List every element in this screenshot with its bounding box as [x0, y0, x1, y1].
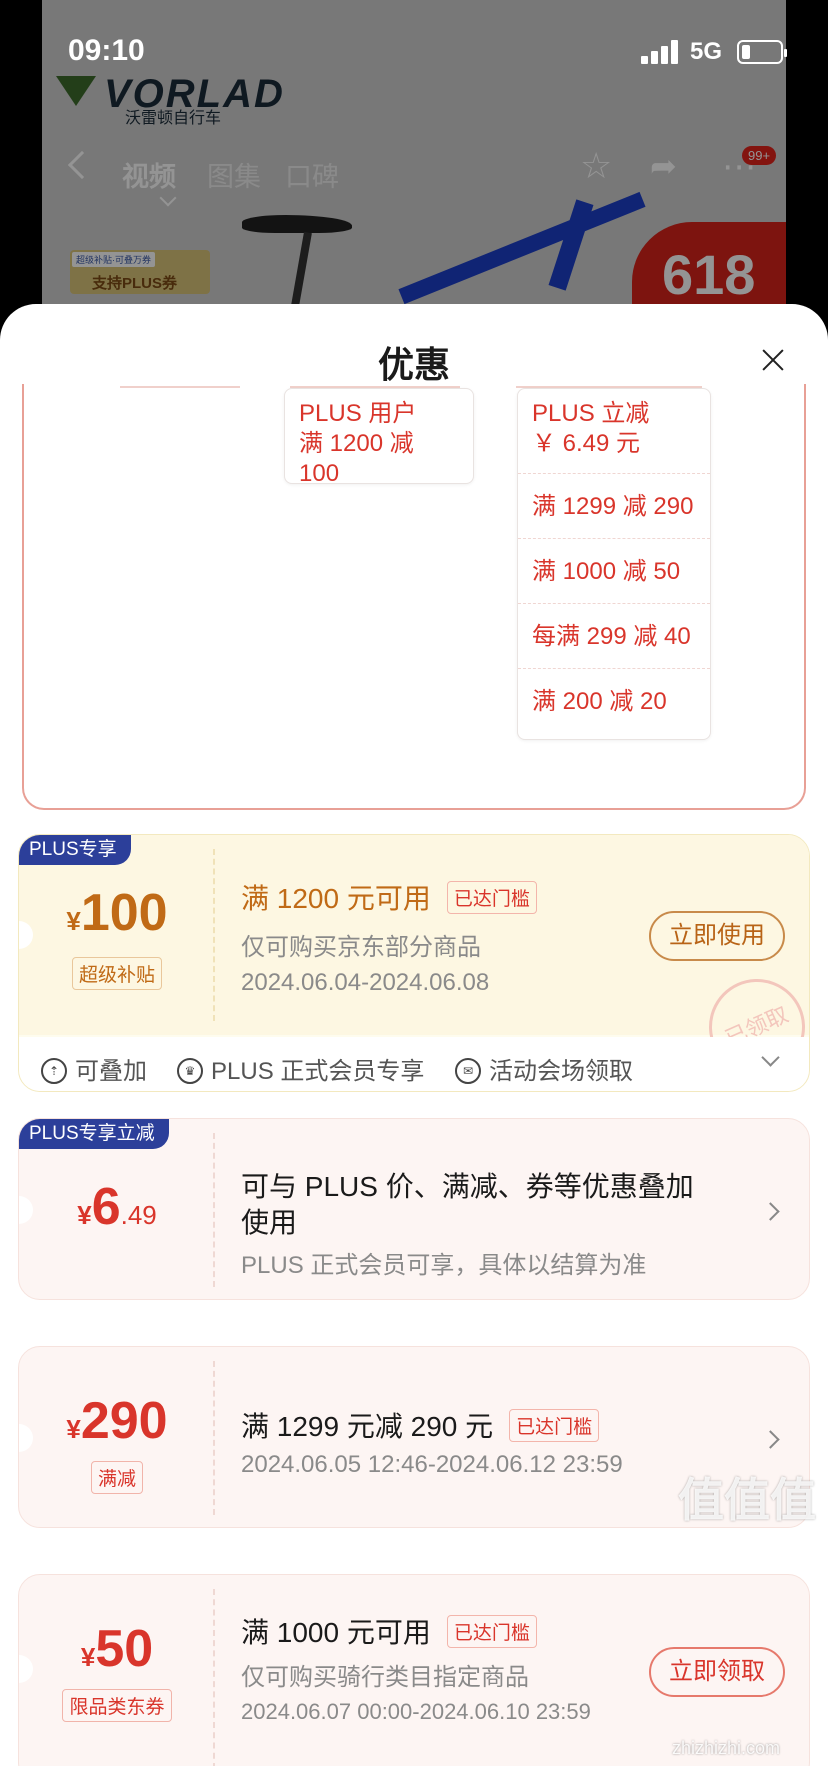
stack-column-plus-discount: PLUS 立减 ￥ 6.49 元 满 1299 减 290 满 1000 减 5… — [517, 388, 711, 740]
coupon-description: 仅可购买京东部分商品 — [241, 934, 481, 961]
coupon-validity-date: 2024.06.05 12:46-2024.06.12 23:59 — [241, 1451, 623, 1478]
stack-icon: ⇡ — [41, 1057, 67, 1084]
battery-icon — [737, 40, 787, 64]
stacking-summary-card: PLUS 用户 满 1200 减 100 PLUS 立减 ￥ 6.49 元 满 … — [22, 384, 806, 810]
stack-cell-label: PLUS 立减 — [532, 400, 650, 427]
discount-sheet: 优惠 PLUS 用户 满 1200 减 100 PLUS 立减 ￥ 6.49 元… — [0, 304, 828, 1766]
coupon-amount: ¥290 — [66, 1392, 168, 1450]
threshold-met-tag: 已达门槛 — [446, 881, 537, 915]
coupon-validity-date: 2024.06.07 00:00-2024.06.10 23:59 — [241, 1699, 591, 1724]
coupon-description: 仅可购买骑行类目指定商品 — [241, 1664, 529, 1691]
stack-row: 满 200 减 20 — [518, 668, 710, 733]
stack-row: 满 1000 减 50 — [518, 538, 710, 603]
claim-now-button[interactable]: 立即领取 — [649, 1647, 785, 1697]
stack-cell-label: PLUS 用户 — [299, 400, 417, 427]
chevron-right-icon[interactable] — [761, 1202, 780, 1221]
coupon-type-tag: 满减 — [90, 1461, 143, 1494]
stack-column-plus-user: PLUS 用户 满 1200 减 100 — [284, 388, 474, 487]
coupon-title: 满 1200 元可用 已达门槛 — [241, 877, 537, 917]
network-type: 5G — [690, 38, 723, 65]
chevron-right-icon[interactable] — [761, 1430, 780, 1449]
plus-coupon-footer: ⇡ 可叠加 ♛ PLUS 正式会员专享 ✉ 活动会场领取 — [19, 1037, 809, 1091]
stack-row: 每满 299 减 40 — [518, 603, 710, 668]
stack-row: 满 1299 减 290 — [518, 473, 710, 538]
coupon-title: 满 1299 元减 290 元已达门槛 — [241, 1405, 600, 1445]
status-time: 09:10 — [68, 34, 145, 67]
coupon-description: PLUS 正式会员可享，具体以结算为准 — [241, 1252, 647, 1279]
watermark-url: zhizhizhi.com — [672, 1738, 781, 1758]
coupon-title: 满 1000 元可用 已达门槛 — [241, 1611, 537, 1651]
coupon-title-line2: 使用 — [241, 1207, 298, 1238]
coupon-title: 可与 PLUS 价、满减、券等优惠叠加 — [241, 1171, 694, 1202]
threshold-met-tag: 已达门槛 — [509, 1409, 600, 1443]
plus-exclusive-tag: PLUS专享 — [19, 835, 131, 865]
coupon-amount: ¥50 — [80, 1620, 154, 1678]
chevron-down-icon[interactable] — [761, 1048, 780, 1067]
watermark-logo: 值值值 — [678, 1474, 816, 1526]
threshold-met-tag: 已达门槛 — [446, 1615, 537, 1649]
plus-discount-tag: PLUS专享立减 — [19, 1119, 169, 1149]
coupon-amount: ¥6.49 — [77, 1178, 157, 1236]
stackable-label: ⇡ 可叠加 — [41, 1051, 147, 1086]
coupon-amount: ¥100 — [66, 884, 168, 942]
status-bar: 09:10 5G — [0, 0, 828, 70]
coupon-plus-instant-discount[interactable]: PLUS专享立减 ¥6.49 可与 PLUS 价、满减、券等优惠叠加 使用 PL… — [18, 1118, 810, 1300]
stack-cell-value: 满 1200 减 100 — [299, 430, 414, 487]
coupon-type-tag: 限品类东券 — [62, 1689, 172, 1722]
plus-member-label: ♛ PLUS 正式会员专享 — [177, 1051, 424, 1086]
crown-icon: ♛ — [177, 1057, 203, 1084]
signal-icon — [641, 40, 679, 64]
close-icon[interactable] — [761, 348, 785, 372]
stack-cell-value: ￥ 6.49 元 — [532, 430, 641, 457]
use-now-button[interactable]: 立即使用 — [649, 911, 785, 961]
coupon-validity-date: 2024.06.04-2024.06.08 — [241, 969, 490, 996]
coupon-plus-exclusive: PLUS专享 ¥100 超级补贴 满 1200 元可用 已达门槛 仅可购买京东部分… — [18, 834, 810, 1092]
ticket-icon: ✉ — [455, 1057, 481, 1084]
coupon-type-tag: 超级补贴 — [71, 957, 162, 990]
event-venue-label: ✉ 活动会场领取 — [455, 1051, 633, 1086]
